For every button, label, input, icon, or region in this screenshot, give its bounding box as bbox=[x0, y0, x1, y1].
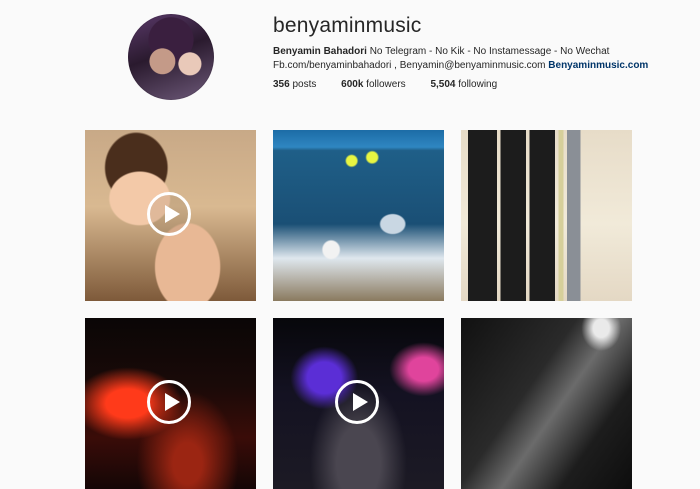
post-tile-2[interactable] bbox=[273, 130, 444, 301]
posts-label: posts bbox=[289, 79, 317, 90]
bio-text-2: Fb.com/benyaminbahadori , Benyamin@benya… bbox=[273, 60, 549, 71]
followers-count: 600k bbox=[341, 79, 364, 90]
post-tile-4[interactable] bbox=[85, 318, 256, 489]
following-stat[interactable]: 5,504 following bbox=[430, 79, 497, 90]
bio-line-1: Benyamin Bahadori No Telegram - No Kik -… bbox=[273, 45, 648, 59]
following-label: following bbox=[455, 79, 498, 90]
play-icon[interactable] bbox=[147, 192, 191, 236]
bio-text-1: No Telegram - No Kik - No Instamessage -… bbox=[366, 46, 610, 57]
post-tile-3[interactable] bbox=[461, 130, 632, 301]
posts-stat: 356 posts bbox=[273, 79, 316, 90]
profile-stats: 356 posts 600k followers 5,504 following bbox=[273, 79, 519, 90]
website-link[interactable]: Benyaminmusic.com bbox=[548, 60, 648, 71]
post-tile-5[interactable] bbox=[273, 318, 444, 489]
followers-stat[interactable]: 600k followers bbox=[341, 79, 406, 90]
post-tile-6[interactable] bbox=[461, 318, 632, 489]
profile-bio: Benyamin Bahadori No Telegram - No Kik -… bbox=[273, 45, 648, 73]
followers-label: followers bbox=[363, 79, 406, 90]
posts-count: 356 bbox=[273, 79, 290, 90]
post-tile-1[interactable] bbox=[85, 130, 256, 301]
play-icon[interactable] bbox=[147, 380, 191, 424]
avatar-ring bbox=[128, 14, 214, 100]
bio-line-2: Fb.com/benyaminbahadori , Benyamin@benya… bbox=[273, 59, 648, 73]
profile-full-name: Benyamin Bahadori bbox=[273, 46, 367, 57]
following-count: 5,504 bbox=[430, 79, 456, 90]
play-icon[interactable] bbox=[335, 380, 379, 424]
profile-username: benyaminmusic bbox=[273, 14, 422, 37]
profile-header: benyaminmusic Benyamin Bahadori No Teleg… bbox=[0, 0, 700, 120]
avatar[interactable] bbox=[128, 14, 214, 100]
